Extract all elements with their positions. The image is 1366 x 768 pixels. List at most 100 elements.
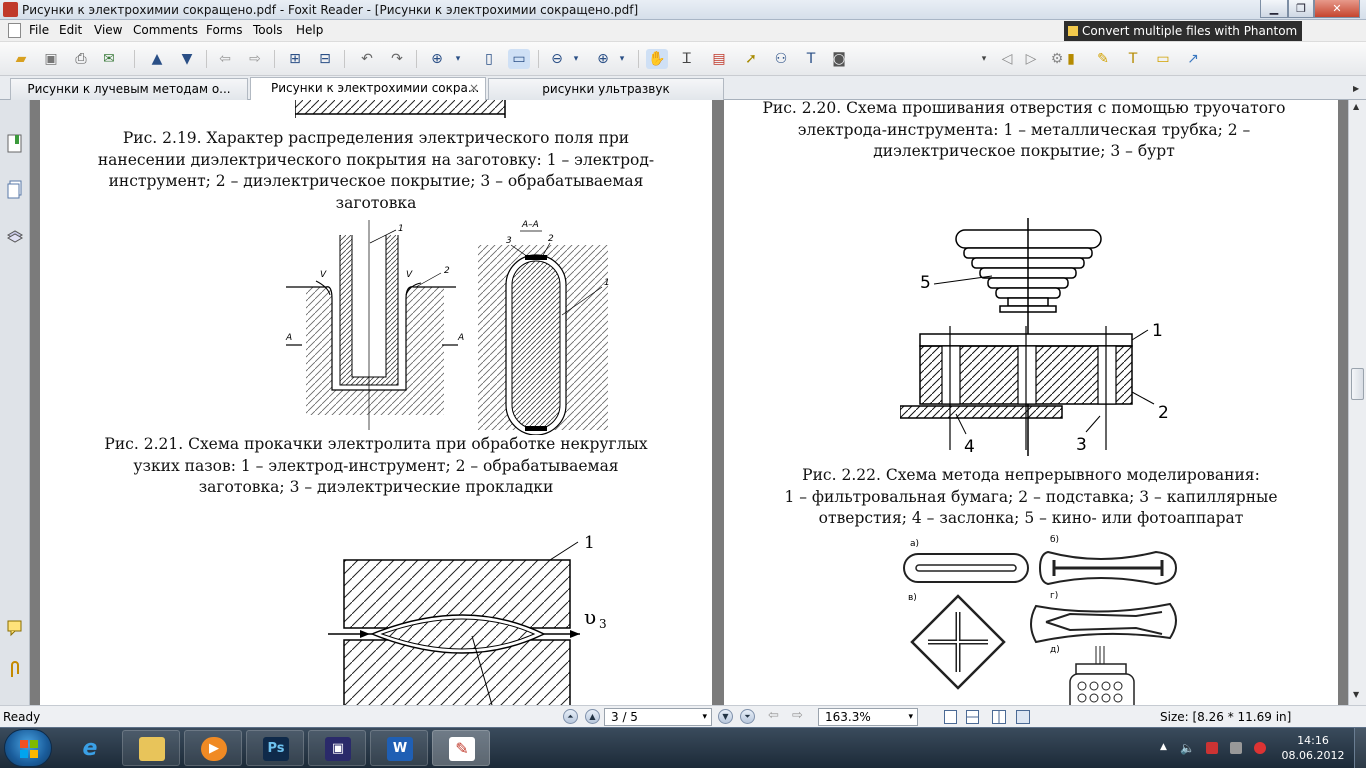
tray-expand-icon[interactable]: ▲ [1160,742,1167,752]
chevron-down-icon[interactable]: ▾ [570,49,582,69]
redo-icon[interactable]: ↷ [386,49,408,69]
go-back-icon[interactable]: ⇦ [768,708,779,723]
find-next-icon[interactable]: ▷ [1020,49,1042,69]
photoshop-icon: Ps [263,737,289,761]
taskbar-photoshop[interactable]: Ps [246,730,304,766]
antivirus-icon[interactable] [1254,742,1266,754]
document-view[interactable]: Рис. 2.19. Характер распределения электр… [30,100,1348,705]
page-number-field[interactable]: 3 / 5 ▾ [604,708,712,726]
chevron-down-icon[interactable]: ▾ [616,49,628,69]
start-button[interactable] [4,729,52,767]
previous-page-button-icon[interactable]: ▲ [585,709,600,724]
hand-tool-icon[interactable]: ✋ [646,49,668,69]
word-icon: W [387,737,413,761]
taskbar-save-app[interactable]: ▣ [308,730,366,766]
continuous-facing-icon[interactable] [1016,710,1030,724]
volume-icon[interactable]: 🔈 [1180,742,1195,754]
taskbar-word[interactable]: W [370,730,428,766]
snapshot-icon[interactable]: ◙ [828,49,850,69]
phantom-ad-banner[interactable]: Convert multiple files with Phantom [1064,21,1302,41]
menu-file[interactable]: File [29,23,49,37]
fig222-label-1: 1 [1152,321,1163,341]
extract-page-icon[interactable]: ⊟ [314,49,336,69]
tab-ultrazvuk[interactable]: рисунки ультразвук [488,78,724,100]
facing-pages-icon[interactable] [992,710,1006,724]
show-desktop-button[interactable] [1354,728,1366,768]
scroll-up-icon[interactable]: ▲ [1353,102,1359,111]
go-forward-icon[interactable]: ⇨ [792,708,803,723]
menu-forms[interactable]: Forms [206,23,242,37]
minimize-button[interactable]: ▁ [1260,0,1288,18]
find-previous-icon[interactable]: ◁ [996,49,1018,69]
textbox-icon[interactable]: T [1122,49,1144,69]
menu-tools[interactable]: Tools [253,23,283,37]
open-icon[interactable]: ▰ [10,49,32,69]
pencil-icon[interactable]: ✎ [1092,49,1114,69]
zoom-tool-icon[interactable]: ⊕ [426,49,448,69]
fit-page-icon[interactable]: ▯ [478,49,500,69]
next-page-button-icon[interactable]: ▼ [718,709,733,724]
tab-label: Рисунки к лучевым методам о... [27,82,231,96]
undo-icon[interactable]: ↶ [356,49,378,69]
close-window-button[interactable]: ✕ [1314,0,1360,18]
chevron-down-icon[interactable]: ▾ [452,49,464,69]
arrow-icon[interactable]: ↗ [1182,49,1204,69]
zoom-field[interactable]: 163.3% ▾ [818,708,918,726]
folder-icon [139,737,165,761]
print-icon[interactable]: ⎙ [70,49,92,69]
close-tab-icon[interactable]: × [469,78,479,98]
last-page-icon[interactable]: ⏷ [740,709,755,724]
next-page-icon[interactable]: ▼ [176,49,198,69]
toolbar: ▰ ▣ ⎙ ✉ ▲ ▼ ⇦ ⇨ ⊞ ⊟ ↶ ↷ ⊕ ▾ ▯ ▭ ⊖ ▾ ⊕ ▾ … [0,42,1366,111]
select-text-icon[interactable]: Ꮖ [676,49,698,69]
fit-width-icon[interactable]: ▭ [508,49,530,69]
first-page-icon[interactable]: ⏶ [563,709,578,724]
taskbar-internet-explorer[interactable]: e [60,730,118,766]
previous-page-icon[interactable]: ▲ [146,49,168,69]
pages-thumbnail-icon[interactable] [6,180,24,200]
find-binoculars-icon[interactable]: ⚇ [770,49,792,69]
single-page-icon[interactable] [944,710,957,724]
vertical-scrollbar[interactable]: ▲ ▼ [1348,100,1366,705]
restore-button[interactable]: ❐ [1288,0,1314,18]
bookmarks-icon[interactable] [6,134,24,154]
taskbar-file-explorer[interactable] [122,730,180,766]
menu-comments[interactable]: Comments [133,23,198,37]
tab-label: Рисунки к электрохимии сокра... [271,81,480,95]
continuous-page-icon[interactable] [966,710,979,724]
caption-line: Рис. 2.19. Характер распределения электр… [122,129,630,147]
insert-page-icon[interactable]: ⊞ [284,49,306,69]
back-icon[interactable]: ⇦ [214,49,236,69]
chevron-down-icon[interactable]: ▾ [702,709,707,725]
zoom-in-icon[interactable]: ⊕ [592,49,614,69]
menu-view[interactable]: View [94,23,122,37]
chevron-down-icon[interactable]: ▾ [908,709,913,725]
highlight-icon[interactable]: ▮ [1060,49,1082,69]
save-icon[interactable]: ▣ [40,49,62,69]
forward-icon[interactable]: ⇨ [244,49,266,69]
tab-elektrokhimiya[interactable]: Рисунки к электрохимии сокра... × [250,77,486,100]
scroll-down-icon[interactable]: ▼ [1353,690,1359,699]
note-icon[interactable]: ▭ [1152,49,1174,69]
chevron-down-icon[interactable]: ▾ [978,49,990,69]
taskbar-foxit-reader[interactable]: ✎ [432,730,490,766]
email-icon[interactable]: ✉ [98,49,120,69]
select-annotation-icon[interactable]: ➚ [740,49,762,69]
caption-line: электрода-инструмента: 1 – металлическая… [797,120,1251,139]
system-clock[interactable]: 14:16 08.06.2012 [1276,733,1350,763]
zoom-out-icon[interactable]: ⊖ [546,49,568,69]
attachments-icon[interactable] [6,660,24,680]
power-icon[interactable] [1230,742,1242,754]
text-viewer-icon[interactable]: T [800,49,822,69]
typewriter-icon[interactable]: ▤ [708,49,730,69]
scroll-thumb[interactable] [1351,368,1364,400]
tab-luchevye[interactable]: Рисунки к лучевым методам о... [10,78,248,100]
layers-icon[interactable] [6,225,24,245]
network-icon[interactable] [1206,742,1218,754]
comments-panel-icon[interactable] [6,618,24,638]
tab-scroll-right-icon[interactable]: ▶ [1353,84,1359,93]
menu-edit[interactable]: Edit [59,23,82,37]
toolbar-separator [134,50,135,68]
taskbar-media-player[interactable]: ▶ [184,730,242,766]
menu-help[interactable]: Help [296,23,323,37]
